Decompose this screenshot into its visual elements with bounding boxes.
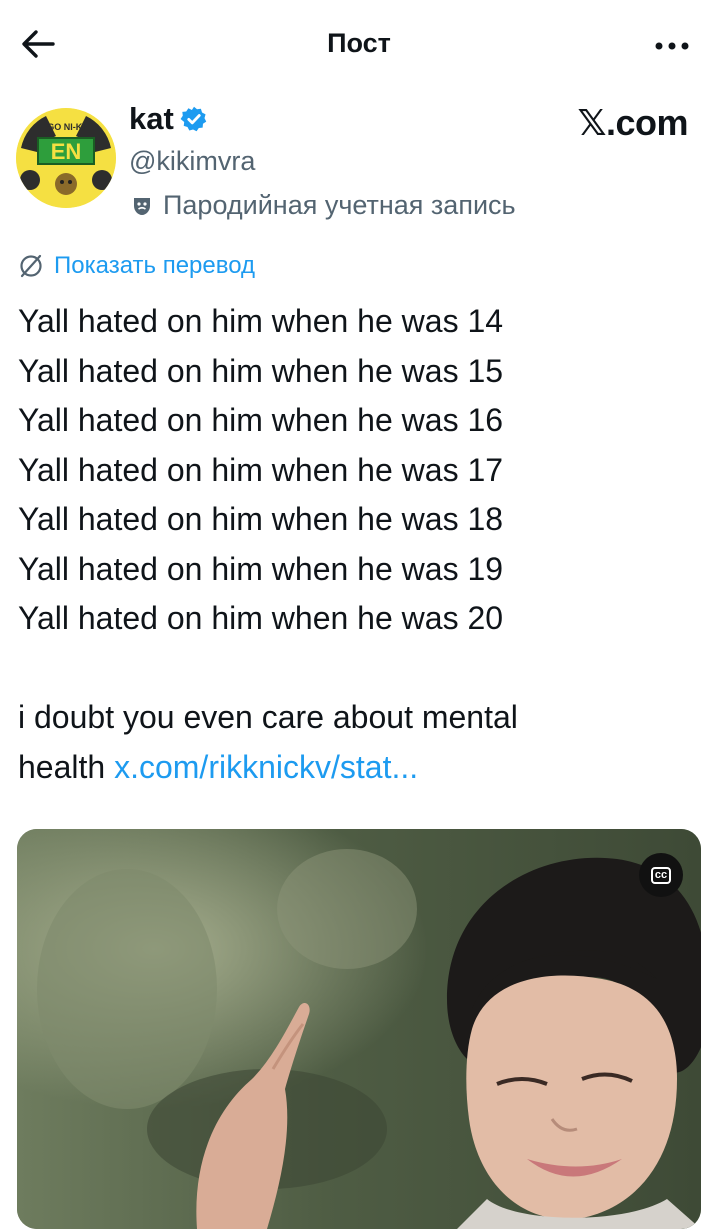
captions-button[interactable]: cc <box>639 853 683 897</box>
top-bar: Пост <box>0 0 718 90</box>
tweet-line: Yall hated on him when he was 17 <box>18 451 504 488</box>
tweet-text: Yall hated on him when he was 14 Yall ha… <box>18 297 698 792</box>
avatar-text: EN <box>51 139 82 164</box>
author-display-name[interactable]: kat <box>129 101 208 137</box>
avatar-top-text: GO NI-KI <box>47 122 85 132</box>
more-options-button[interactable] <box>652 26 692 66</box>
video-frame <box>17 829 701 1229</box>
parody-account-label: Пародийная учетная запись <box>131 190 516 221</box>
tweet-line: Yall hated on him when he was 15 <box>18 352 504 389</box>
tweet-line: Yall hated on him when he was 20 <box>18 600 504 636</box>
x-watermark: 𝕏.com <box>577 102 688 143</box>
translate-icon <box>20 254 42 278</box>
author-handle[interactable]: @kikimvra <box>129 146 255 177</box>
tweet-closing-prefix: health <box>18 748 115 785</box>
more-horizontal-icon <box>655 42 689 50</box>
tweet-closing-line: i doubt you even care about mental <box>18 699 518 735</box>
avatar[interactable]: EN GO NI-KI <box>16 108 116 208</box>
verified-badge-icon <box>180 106 207 132</box>
video-media[interactable]: cc <box>17 829 701 1229</box>
parody-label-text: Пародийная учетная запись <box>163 190 516 220</box>
show-translation-button[interactable]: Показать перевод <box>18 252 255 280</box>
tweet-line: Yall hated on him when he was 14 <box>18 303 504 339</box>
tweet-closing-line-2: health x.com/rikknickv/stat... <box>18 743 698 793</box>
tweet-line: Yall hated on him when he was 19 <box>18 550 504 587</box>
show-translation-label: Показать перевод <box>54 252 256 279</box>
quoted-link[interactable]: x.com/rikknickv/stat... <box>114 749 418 785</box>
tweet-line: Yall hated on him when he was 16 <box>18 402 504 438</box>
theater-mask-icon <box>134 197 150 215</box>
page-title: Пост <box>327 28 391 58</box>
tweet-line: Yall hated on him when he was 18 <box>18 501 504 537</box>
captions-label: cc <box>650 866 672 884</box>
display-name-text: kat <box>129 101 174 136</box>
